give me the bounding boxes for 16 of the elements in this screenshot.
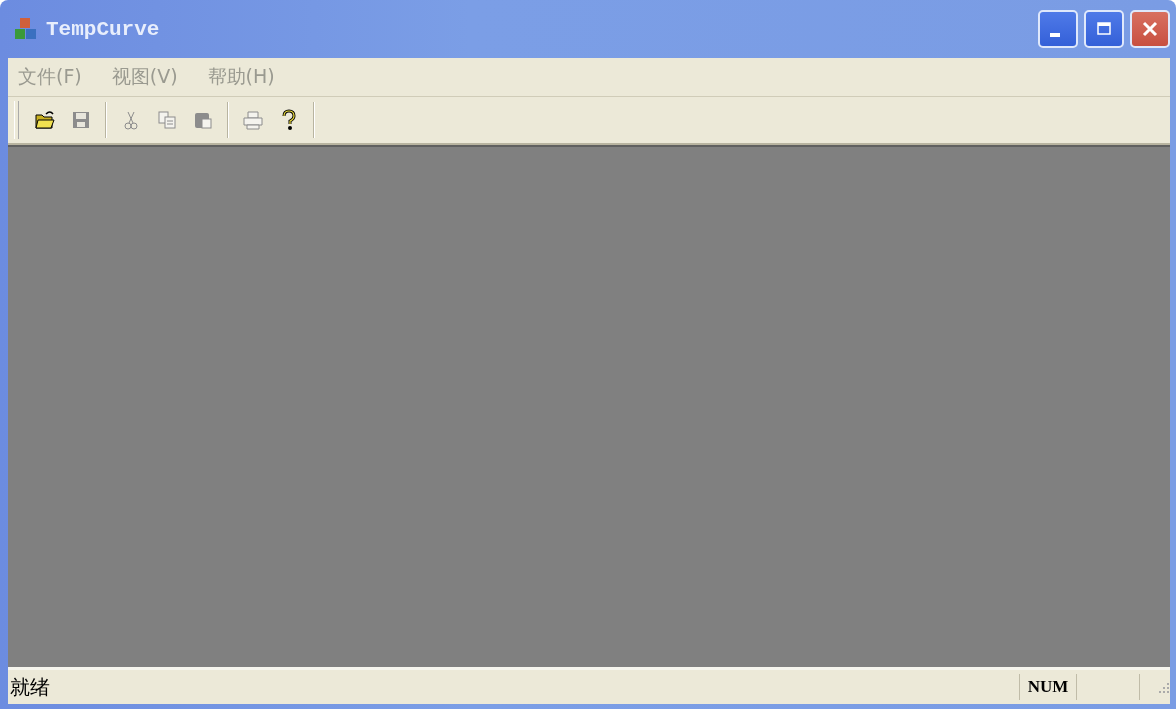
maximize-icon bbox=[1096, 21, 1112, 37]
open-icon bbox=[34, 109, 56, 131]
minimize-button[interactable] bbox=[1038, 10, 1078, 48]
copy-icon bbox=[156, 109, 178, 131]
window-title: TempCurve bbox=[46, 17, 160, 41]
maximize-button[interactable] bbox=[1084, 10, 1124, 48]
print-icon bbox=[242, 109, 264, 131]
resize-grip-icon bbox=[1156, 680, 1170, 694]
close-icon bbox=[1141, 20, 1159, 38]
close-button[interactable] bbox=[1130, 10, 1170, 48]
status-pane bbox=[1076, 674, 1140, 700]
save-icon bbox=[70, 109, 92, 131]
status-indicator: NUM bbox=[1019, 674, 1076, 700]
minimize-icon bbox=[1050, 33, 1060, 37]
app-icon bbox=[14, 17, 38, 41]
status-message: 就绪 bbox=[9, 673, 51, 701]
